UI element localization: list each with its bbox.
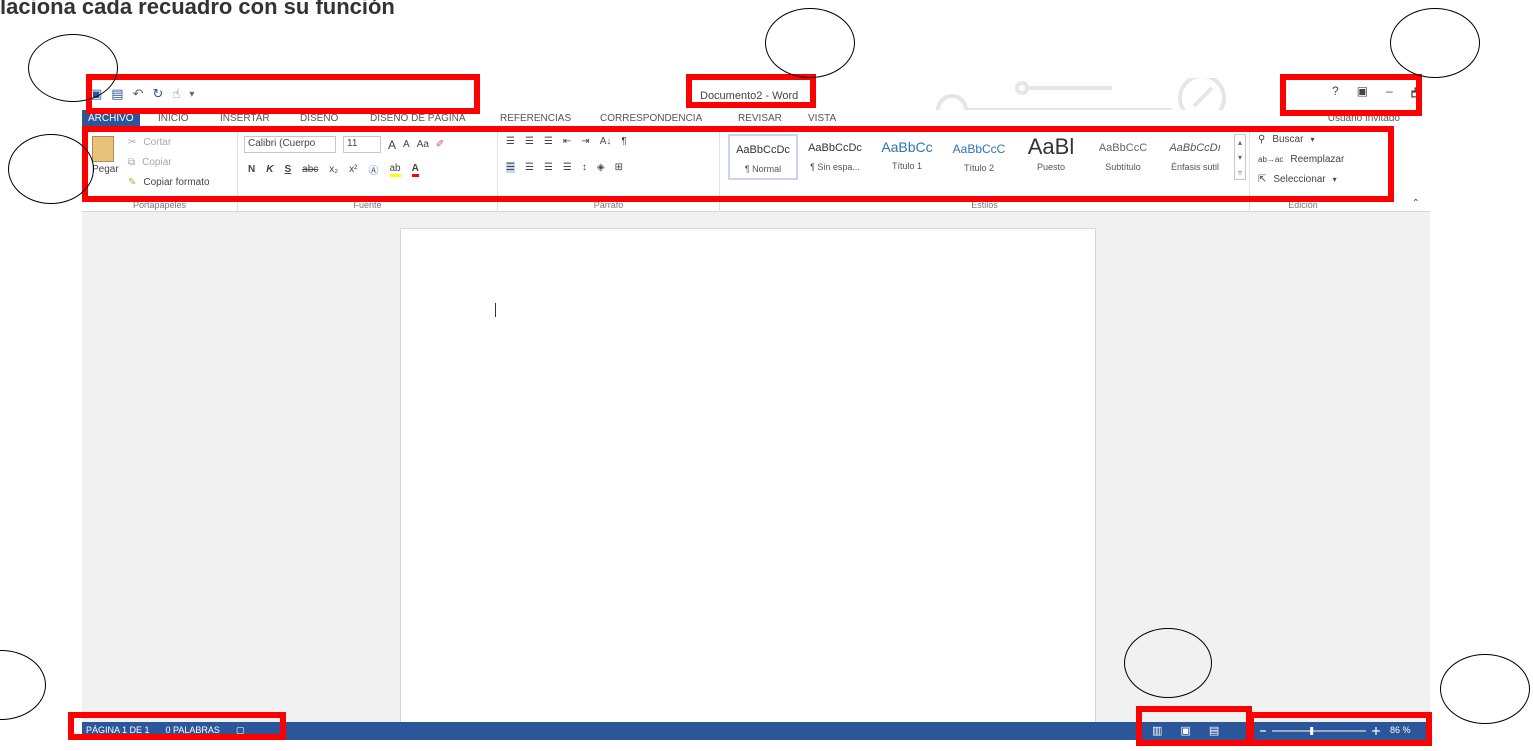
answer-oval-3[interactable] (1390, 8, 1480, 78)
highlight-window-controls (1280, 74, 1422, 116)
text-cursor (495, 303, 496, 317)
highlight-zoom (1248, 712, 1432, 746)
document-page[interactable] (400, 228, 1096, 740)
answer-oval-1[interactable] (28, 34, 118, 102)
answer-oval-2[interactable] (765, 8, 855, 78)
answer-oval-6[interactable] (1124, 628, 1212, 698)
highlight-title (686, 74, 816, 108)
tab-correspondencia[interactable]: CORRESPONDENCIA (600, 113, 702, 124)
highlight-status-info (68, 712, 286, 740)
tab-diseno-pagina[interactable]: DISEÑO DE PÁGINA (370, 113, 466, 124)
collapse-ribbon-icon[interactable]: ⌃ (1412, 198, 1420, 209)
tab-revisar[interactable]: REVISAR (738, 113, 782, 124)
answer-oval-5[interactable] (0, 650, 46, 720)
tab-referencias[interactable]: REFERENCIAS (500, 113, 571, 124)
exercise-heading: laciona cada recuadro con su función (0, 0, 395, 19)
highlight-quick-access (86, 74, 480, 114)
highlight-view-buttons (1136, 706, 1252, 746)
tab-vista[interactable]: VISTA (808, 113, 836, 124)
answer-oval-4[interactable] (8, 134, 94, 204)
answer-oval-7[interactable] (1440, 654, 1530, 724)
tab-insertar[interactable]: INSERTAR (220, 113, 270, 124)
tab-diseno[interactable]: DISEÑO (300, 113, 338, 124)
highlight-ribbon (82, 126, 1394, 202)
tab-inicio[interactable]: INICIO (158, 113, 189, 124)
